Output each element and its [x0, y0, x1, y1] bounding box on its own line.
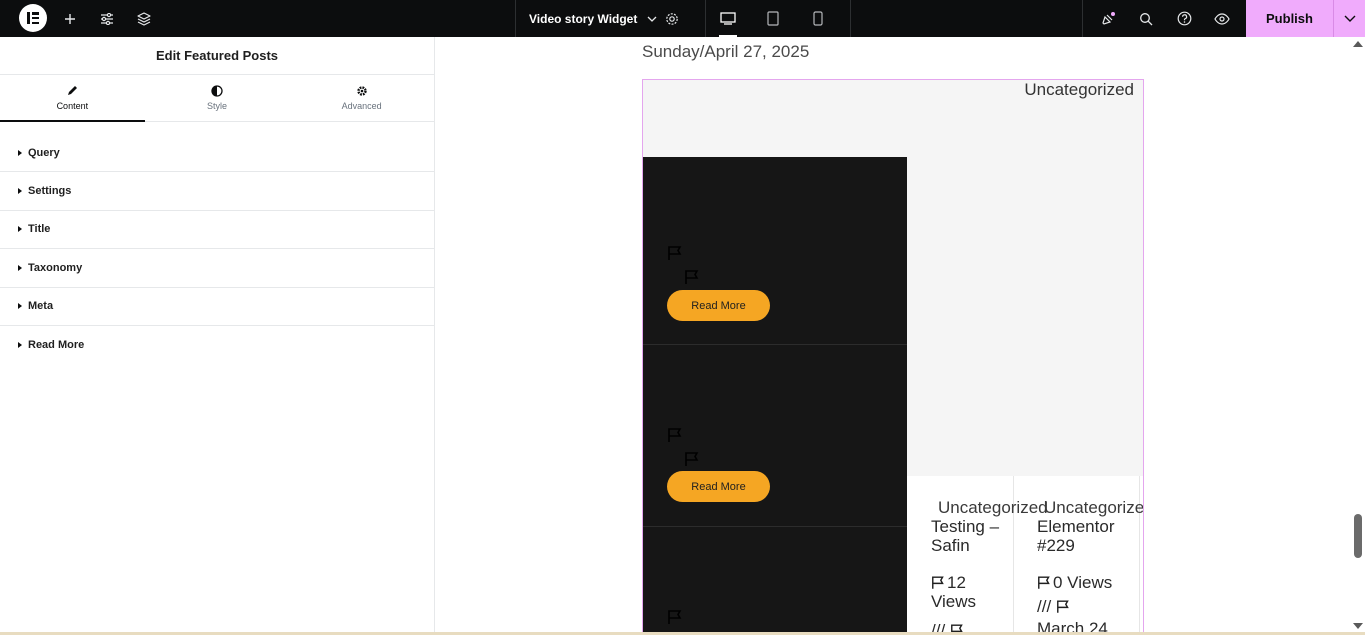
publish-label: Publish — [1266, 11, 1313, 26]
post-title: Elementor #229 — [1037, 517, 1115, 555]
document-title: Video story Widget — [529, 11, 638, 26]
section-label: Read More — [28, 339, 85, 352]
tab-label: Content — [56, 101, 89, 111]
section-read-more[interactable]: Read More — [0, 326, 434, 365]
sliders-icon[interactable] — [95, 0, 119, 37]
section-label: Meta — [28, 300, 54, 313]
list-item: Read More — [643, 345, 907, 527]
panel-header: Edit Featured Posts — [0, 37, 434, 75]
half-circle-icon — [211, 85, 223, 97]
caret-right-icon — [18, 187, 22, 194]
flag-icon — [668, 610, 682, 624]
read-more-button[interactable]: Read More — [667, 290, 770, 321]
chevron-down-icon — [647, 16, 657, 22]
add-icon[interactable] — [58, 0, 82, 37]
section-label: Query — [28, 146, 60, 159]
preview-eye-icon[interactable] — [1210, 0, 1234, 37]
publish-button[interactable]: Publish — [1246, 0, 1333, 37]
section-meta[interactable]: Meta — [0, 288, 434, 326]
search-icon[interactable] — [1134, 0, 1158, 37]
settings-gear-icon[interactable] — [660, 0, 684, 37]
post-views: 0 Views — [1037, 573, 1112, 592]
video-list: Read More Read More — [643, 157, 907, 635]
read-more-label: Read More — [691, 480, 746, 493]
chevron-down-icon — [1344, 15, 1355, 22]
post-card[interactable]: Uncategorized Testing – Safin 12 Views /… — [931, 476, 1048, 635]
document-title-dropdown[interactable]: Video story Widget — [529, 0, 657, 37]
scrollbar-thumb[interactable] — [1354, 514, 1362, 558]
meta-separator: /// — [1037, 597, 1052, 616]
list-item — [643, 527, 907, 635]
flag-icon — [685, 270, 699, 284]
tab-advanced[interactable]: Advanced — [289, 75, 434, 121]
gear-icon — [356, 86, 367, 96]
panel-sections: Query Settings Title Taxonomy Meta Read … — [0, 122, 434, 365]
section-taxonomy[interactable]: Taxonomy — [0, 249, 434, 288]
read-more-label: Read More — [691, 299, 746, 312]
caret-right-icon — [18, 342, 22, 349]
post-views: 12 Views — [931, 573, 1007, 611]
caret-right-icon — [18, 226, 22, 233]
flag-icon — [668, 428, 682, 442]
tablet-icon[interactable] — [758, 0, 788, 37]
post-date: Sunday/April 27, 2025 — [642, 42, 810, 61]
pencil-icon — [68, 86, 78, 95]
scroll-up-icon[interactable] — [1353, 41, 1363, 47]
panel-title: Edit Featured Posts — [155, 48, 279, 63]
preview-canvas: Sunday/April 27, 2025 Uncategorized Read… — [436, 37, 1348, 635]
flag-icon — [1038, 576, 1050, 589]
elementor-logo-icon[interactable] — [19, 4, 47, 32]
list-item: Read More — [643, 157, 907, 345]
section-title[interactable]: Title — [0, 211, 434, 249]
divider — [705, 0, 706, 37]
views-count: 0 Views — [1053, 573, 1113, 592]
help-icon[interactable] — [1172, 0, 1196, 37]
section-label: Title — [28, 223, 51, 236]
post-meta: /// — [1037, 597, 1072, 616]
panel-tabs: Content Style Advanced — [0, 75, 434, 122]
caret-right-icon — [18, 264, 22, 271]
publish-options-button[interactable] — [1333, 0, 1365, 37]
section-settings[interactable]: Settings — [0, 172, 434, 211]
tab-label: Advanced — [341, 101, 382, 111]
flag-icon — [932, 576, 944, 589]
post-category: Uncategorized — [938, 498, 1048, 517]
post-card[interactable]: Uncategorized Elementor #229 0 Views ///… — [1037, 476, 1143, 635]
category-label: Uncategorized — [1024, 80, 1134, 99]
editor-panel: Edit Featured Posts Content Style Advanc… — [0, 37, 435, 635]
whats-new-icon[interactable] — [1096, 0, 1120, 37]
divider — [515, 0, 516, 37]
flag-icon — [1056, 600, 1069, 613]
layers-icon[interactable] — [132, 0, 156, 37]
top-bar: Video story Widget Publish — [0, 0, 1365, 37]
scroll-down-icon[interactable] — [1353, 623, 1363, 629]
post-title: Testing – Safin — [931, 517, 1000, 555]
flag-icon — [685, 452, 699, 466]
divider — [850, 0, 851, 37]
caret-right-icon — [18, 303, 22, 310]
caret-right-icon — [18, 149, 22, 156]
featured-posts-widget[interactable]: Uncategorized Read More Read More Uncate… — [642, 79, 1144, 635]
section-label: Taxonomy — [28, 261, 83, 274]
section-label: Settings — [28, 184, 72, 197]
scrollbar[interactable] — [1350, 37, 1365, 635]
section-query[interactable]: Query — [0, 122, 434, 172]
tab-style[interactable]: Style — [145, 75, 290, 121]
post-category: Uncategorized — [1044, 498, 1144, 517]
tab-label: Style — [207, 101, 228, 111]
mobile-icon[interactable] — [803, 0, 833, 37]
desktop-icon[interactable] — [713, 0, 743, 37]
read-more-button[interactable]: Read More — [667, 471, 770, 502]
divider — [1082, 0, 1083, 37]
tab-content[interactable]: Content — [0, 75, 145, 122]
flag-icon — [668, 246, 682, 260]
